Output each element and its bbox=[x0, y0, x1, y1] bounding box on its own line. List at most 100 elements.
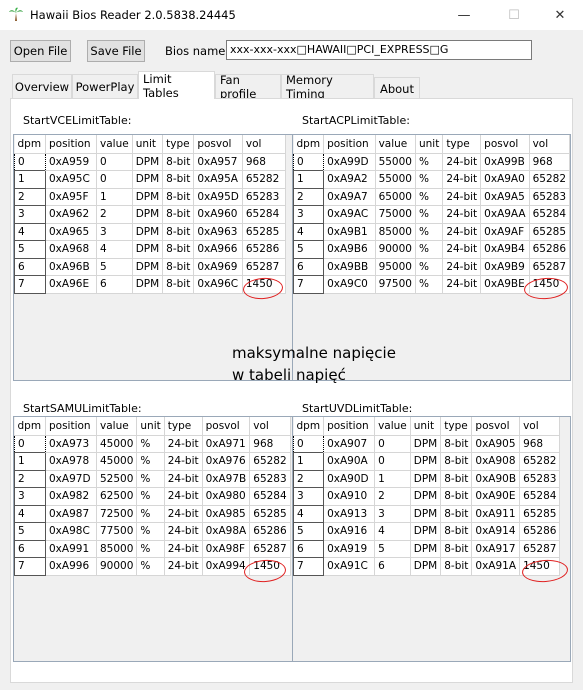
cell-position[interactable]: 0xA973 bbox=[45, 435, 97, 453]
bios-name-field[interactable]: xxx-xxx-xxx□HAWAII□PCI_EXPRESS□G bbox=[226, 40, 532, 60]
cell-posvol[interactable]: 0xA917 bbox=[471, 540, 521, 558]
close-button[interactable]: ✕ bbox=[537, 0, 583, 30]
maximize-button[interactable]: ☐ bbox=[491, 0, 537, 30]
cell-value[interactable]: 5 bbox=[374, 540, 411, 558]
cell-unit[interactable]: % bbox=[136, 470, 165, 488]
cell-position[interactable]: 0xA90A bbox=[323, 452, 376, 471]
column-header-vol[interactable]: vol bbox=[249, 417, 291, 436]
cell-posvol[interactable]: 0xA980 bbox=[202, 487, 251, 506]
cell-dpm[interactable]: 3 bbox=[292, 487, 325, 506]
cell-unit[interactable]: DPM bbox=[132, 223, 164, 241]
cell-position[interactable]: 0xA96B bbox=[45, 258, 97, 276]
cell-vol[interactable]: 65286 bbox=[529, 240, 571, 259]
table-row[interactable]: 6 0xA991 85000% 24-bit 0xA98F 65287 bbox=[14, 539, 291, 558]
column-header-vol[interactable]: vol bbox=[519, 417, 561, 436]
cell-type[interactable]: 8-bit bbox=[162, 223, 195, 241]
cell-position[interactable]: 0xA996 bbox=[45, 557, 97, 576]
cell-posvol[interactable]: 0xA97B bbox=[202, 470, 251, 488]
cell-unit[interactable]: DPM bbox=[410, 522, 442, 541]
cell-unit[interactable]: % bbox=[415, 153, 444, 171]
cell-type[interactable]: 8-bit bbox=[162, 205, 195, 224]
table-row[interactable]: 5 0xA98C 77500% 24-bit 0xA98A 65286 bbox=[14, 522, 291, 541]
cell-position[interactable]: 0xA959 bbox=[45, 153, 97, 171]
column-header-dpm[interactable]: dpm bbox=[293, 135, 325, 154]
cell-type[interactable]: 24-bit bbox=[164, 540, 203, 558]
cell-value[interactable]: 0 bbox=[96, 153, 133, 171]
cell-unit[interactable]: DPM bbox=[132, 170, 164, 189]
cell-position[interactable]: 0xA919 bbox=[323, 540, 376, 558]
cell-position[interactable]: 0xA982 bbox=[45, 487, 97, 506]
table-row[interactable]: 0 0xA99D 55000% 24-bit 0xA99B 968 bbox=[292, 152, 571, 171]
column-header-unit[interactable]: unit bbox=[415, 135, 444, 154]
cell-type[interactable]: 24-bit bbox=[442, 275, 482, 294]
cell-type[interactable]: 8-bit bbox=[440, 540, 473, 558]
table-row[interactable]: 1 0xA978 45000% 24-bit 0xA976 65282 bbox=[14, 452, 291, 471]
cell-value[interactable]: 6 bbox=[96, 275, 133, 294]
cell-unit[interactable]: DPM bbox=[132, 258, 164, 276]
cell-type[interactable]: 24-bit bbox=[442, 258, 482, 276]
cell-posvol[interactable]: 0xA957 bbox=[193, 153, 243, 171]
cell-posvol[interactable]: 0xA963 bbox=[193, 223, 243, 241]
cell-position[interactable]: 0xA98C bbox=[45, 522, 97, 541]
cell-type[interactable]: 24-bit bbox=[442, 240, 482, 259]
cell-unit[interactable]: % bbox=[136, 522, 165, 541]
cell-posvol[interactable]: 0xA9A0 bbox=[480, 170, 530, 189]
cell-posvol[interactable]: 0xA960 bbox=[193, 205, 243, 224]
column-header-type[interactable]: type bbox=[442, 135, 482, 154]
cell-unit[interactable]: DPM bbox=[132, 205, 164, 224]
cell-dpm[interactable]: 0 bbox=[14, 152, 46, 171]
table-row[interactable]: 3 0xA982 62500% 24-bit 0xA980 65284 bbox=[14, 487, 291, 506]
table-row[interactable]: 4 0xA987 72500% 24-bit 0xA985 65285 bbox=[14, 504, 291, 523]
cell-dpm[interactable]: 4 bbox=[292, 222, 325, 241]
cell-vol[interactable]: 65282 bbox=[519, 452, 561, 471]
cell-position[interactable]: 0xA95C bbox=[45, 170, 97, 189]
table-row[interactable]: 2 0xA9A7 65000% 24-bit 0xA9A5 65283 bbox=[292, 187, 571, 206]
table-row[interactable]: 6 0xA96B 5 DPM 8-bit 0xA969 65287 bbox=[14, 257, 286, 276]
cell-unit[interactable]: DPM bbox=[410, 452, 442, 471]
cell-type[interactable]: 24-bit bbox=[442, 153, 482, 171]
cell-posvol[interactable]: 0xA96C bbox=[193, 275, 243, 294]
column-header-dpm[interactable]: dpm bbox=[293, 417, 325, 436]
cell-dpm[interactable]: 5 bbox=[14, 522, 46, 541]
cell-value[interactable]: 85000 bbox=[96, 540, 138, 558]
cell-vol[interactable]: 65285 bbox=[529, 223, 571, 241]
cell-dpm[interactable]: 5 bbox=[14, 240, 46, 259]
cell-unit[interactable]: % bbox=[136, 435, 165, 453]
cell-position[interactable]: 0xA95F bbox=[45, 188, 97, 206]
cell-unit[interactable]: % bbox=[136, 487, 165, 506]
cell-dpm[interactable]: 0 bbox=[292, 434, 325, 453]
cell-unit[interactable]: % bbox=[415, 223, 444, 241]
cell-type[interactable]: 8-bit bbox=[440, 487, 473, 506]
cell-posvol[interactable]: 0xA908 bbox=[471, 452, 521, 471]
table-row[interactable]: 5 0xA916 4 DPM 8-bit 0xA914 65286 bbox=[292, 522, 561, 541]
cell-dpm[interactable]: 0 bbox=[14, 434, 46, 453]
cell-value[interactable]: 90000 bbox=[375, 240, 416, 259]
cell-dpm[interactable]: 3 bbox=[14, 487, 46, 506]
tab-about[interactable]: About bbox=[374, 77, 420, 99]
cell-value[interactable]: 1 bbox=[96, 188, 133, 206]
cell-type[interactable]: 24-bit bbox=[164, 505, 203, 523]
cell-type[interactable]: 24-bit bbox=[442, 170, 482, 189]
cell-value[interactable]: 6 bbox=[374, 557, 411, 576]
cell-vol[interactable]: 65286 bbox=[242, 240, 286, 259]
tab-overview[interactable]: Overview bbox=[12, 74, 72, 98]
column-header-position[interactable]: position bbox=[323, 417, 376, 436]
minimize-button[interactable]: — bbox=[441, 0, 487, 30]
column-header-type[interactable]: type bbox=[164, 417, 203, 436]
cell-vol[interactable]: 65282 bbox=[242, 170, 286, 189]
cell-type[interactable]: 8-bit bbox=[440, 505, 473, 523]
table-row[interactable]: 4 0xA913 3 DPM 8-bit 0xA911 65285 bbox=[292, 504, 561, 523]
cell-type[interactable]: 8-bit bbox=[440, 522, 473, 541]
cell-value[interactable]: 55000 bbox=[375, 170, 416, 189]
column-header-value[interactable]: value bbox=[374, 417, 411, 436]
cell-position[interactable]: 0xA9A7 bbox=[323, 188, 376, 206]
cell-unit[interactable]: % bbox=[415, 170, 444, 189]
cell-position[interactable]: 0xA987 bbox=[45, 505, 97, 523]
cell-type[interactable]: 8-bit bbox=[440, 557, 473, 576]
cell-position[interactable]: 0xA9BB bbox=[323, 258, 376, 276]
table-row[interactable]: 2 0xA95F 1 DPM 8-bit 0xA95D 65283 bbox=[14, 187, 286, 206]
cell-value[interactable]: 3 bbox=[374, 505, 411, 523]
cell-position[interactable]: 0xA978 bbox=[45, 452, 97, 471]
cell-vol[interactable]: 65287 bbox=[529, 258, 571, 276]
cell-type[interactable]: 8-bit bbox=[162, 240, 195, 259]
